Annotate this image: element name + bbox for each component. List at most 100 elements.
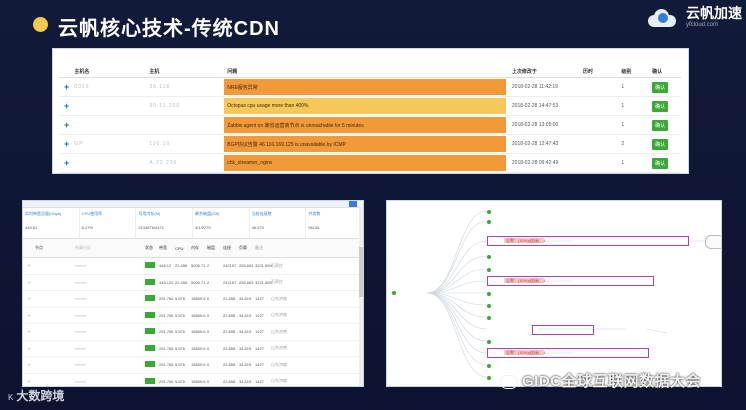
expand-icon[interactable]: + xyxy=(23,346,35,351)
expand-icon[interactable]: + xyxy=(23,379,35,384)
cell-note: 山东济南 xyxy=(271,345,287,351)
ack-button[interactable]: 确认 xyxy=(652,119,669,131)
ack-button[interactable]: 确认 xyxy=(652,81,669,93)
cell-ip: 30.11.250 xyxy=(149,103,181,109)
alert-node[interactable] xyxy=(532,325,594,335)
cell-level: 1 xyxy=(621,84,625,90)
scrollbar[interactable] xyxy=(359,207,363,386)
cell-level: 2 xyxy=(621,141,625,147)
monitor-header: 节点 所属分区 状态 带宽 CPU 内存 磁盘 连接 负载 备注 xyxy=(23,239,363,258)
cell-issue: Zabbix agent on 某省运营商节点 is unreachable f… xyxy=(224,117,506,133)
cell-issue: NRE服务异常 xyxy=(224,79,506,95)
alerts-panel: 主机名 主机 问题 上次修改于 历时 级别 确认 +0016 36.116 NRE服… xyxy=(52,48,689,174)
status-badge xyxy=(145,311,155,318)
cell-time: 2018-02-28 13:05:00 xyxy=(511,122,559,128)
cell-value: 22,858 xyxy=(223,345,236,351)
table-row[interactable]: + ▪▪▪▪▪▪▪▪ 291.766 5.876 15659.6 0 22,858 34,51… xyxy=(23,357,363,374)
footer-caption: GIDC全球互联网数据大会 xyxy=(500,370,701,391)
cell-issue: Octopus cpu usage more than 400% xyxy=(224,98,506,114)
table-row[interactable]: + GP 116.10 BGP协议告警 46.116.169.125 is unava… xyxy=(59,135,681,154)
cell-time: 2018-02-28 14:47:53 xyxy=(511,103,559,109)
cell-value: 0 xyxy=(207,296,210,302)
table-row[interactable]: + Zabbix agent on 某省运营商节点 is unreachable … xyxy=(59,116,681,135)
tree-root[interactable] xyxy=(392,290,397,295)
cell-value: 2 xyxy=(207,263,210,269)
table-row[interactable]: + A.22.236 chk_streamer_nginx 2018-02-28 09… xyxy=(59,154,681,173)
col-note: 备注 xyxy=(255,245,263,250)
alert-node[interactable]: 告警：(10%)(连接)：1 xyxy=(487,236,689,246)
alert-node[interactable]: 告警：(10%)(连接)：1 xyxy=(487,276,654,286)
expand-icon[interactable]: + xyxy=(59,82,74,92)
ack-button[interactable]: 确认 xyxy=(652,157,669,169)
cell-time: 2018-02-28 12:47:43 xyxy=(511,141,559,147)
expand-icon[interactable]: + xyxy=(23,329,35,334)
status-badge xyxy=(145,262,155,269)
status-badge xyxy=(145,361,155,368)
expand-icon[interactable]: + xyxy=(59,120,74,130)
cell-value: 15659.6 xyxy=(191,378,206,384)
cell-value: 256,663 xyxy=(239,263,254,269)
cell-value: 291.766 xyxy=(159,345,174,351)
ack-button[interactable]: 确认 xyxy=(652,138,669,150)
cell-note: 山东济南 xyxy=(271,328,287,334)
expand-icon[interactable]: + xyxy=(23,263,35,268)
cell-value: 5.876 xyxy=(175,378,186,384)
cell-host: GP xyxy=(74,141,84,147)
table-row[interactable]: +30.11.250 Octopus cpu usage more than 40… xyxy=(59,97,681,116)
cell-note: 石家庄 xyxy=(271,279,283,285)
table-row[interactable]: + ▪▪▪▪▪▪▪▪ 291.766 5.876 15659.6 0 22,858 34,51… xyxy=(23,308,363,324)
cell-value: 34,519 xyxy=(239,345,252,351)
col-issue: 问题 xyxy=(227,68,238,75)
search-icon[interactable] xyxy=(349,201,357,207)
cell-ip: 36.116 xyxy=(149,84,171,90)
cell-value: 22,858 xyxy=(223,312,236,318)
col-zone: 所属分区 xyxy=(75,245,91,250)
col-conn: 连接 xyxy=(223,245,231,250)
table-row[interactable]: + ▪▪▪▪▪▪▪▪ 291.766 5.876 15659.6 0 22,858 34,51… xyxy=(23,291,363,308)
cell-value: 15659.6 xyxy=(191,312,206,318)
alert-node[interactable]: 告警：(10%)(连接)：1 xyxy=(487,348,649,358)
stat-card: 剩余磁盘(GB) 4/1/0779 xyxy=(193,208,250,238)
table-row[interactable]: + ▪▪▪▪▪▪▪▪ 291.766 5.876 15659.6 0 22,858 34,51… xyxy=(23,341,363,357)
ack-button[interactable]: 确认 xyxy=(652,100,669,112)
cell-note: 山东济南 xyxy=(271,312,287,318)
col-ip: 主机 xyxy=(149,68,160,75)
cell-ip: 116.10 xyxy=(149,141,171,147)
expand-icon[interactable]: + xyxy=(23,280,35,285)
cell-time: 2018-02-28 09:42:49 xyxy=(511,160,559,166)
table-row[interactable]: + ▪▪▪▪▪▪▪▪ 448.122 22.456 5006.71 2 242157 256,… xyxy=(23,275,363,291)
expand-icon[interactable]: + xyxy=(23,296,35,301)
expand-icon[interactable]: + xyxy=(59,101,74,111)
table-row[interactable]: +0016 36.116 NRE服务异常 2018-02-28 11:42:19 1 确认 xyxy=(59,78,681,97)
footer-logo: K 大数跨境 xyxy=(8,389,65,403)
cell-level: 1 xyxy=(621,122,625,128)
expand-icon[interactable]: + xyxy=(59,139,74,149)
cell-ip: A.22.236 xyxy=(149,160,178,166)
table-row[interactable]: + ▪▪▪▪▪▪▪▪ 291.766 5.876 15659.6 0 22,858 34,51… xyxy=(23,324,363,341)
cell-value: 15659.6 xyxy=(191,296,206,302)
tree-leaf[interactable] xyxy=(705,235,721,249)
expand-icon[interactable]: + xyxy=(23,313,35,318)
cell-value: 1427 xyxy=(255,296,264,302)
expand-icon[interactable]: + xyxy=(23,362,35,367)
col-duration: 历时 xyxy=(582,68,593,75)
status-badge xyxy=(145,278,155,285)
cell-value: 1427 xyxy=(255,378,264,384)
col-node: 节点 xyxy=(35,245,43,250)
col-cpu: CPU xyxy=(175,245,184,251)
cell-value: 448.122 xyxy=(159,279,174,285)
cell-value: 242157 xyxy=(223,263,237,269)
col-bw: 带宽 xyxy=(159,245,167,250)
slide: 云帆核心技术-传统CDN 云帆加速 yfcloud.com 主机名 主机 问题 … xyxy=(0,0,746,410)
table-row[interactable]: + ▪▪▪▪▪▪▪▪ 291.766 5.876 15659.6 0 22,858 34,51… xyxy=(23,374,363,387)
cell-value: 5.876 xyxy=(175,312,186,318)
cell-value: 291.766 xyxy=(159,329,174,335)
cell-value: 5006.71 xyxy=(191,263,206,269)
table-row[interactable]: + ▪▪▪▪▪▪▪▪ 448.12 22.456 5006.71 2 242157 256,6… xyxy=(23,258,363,275)
expand-icon[interactable]: + xyxy=(59,158,74,168)
cell-value: 0 xyxy=(207,378,210,384)
cell-level: 1 xyxy=(621,103,625,109)
alerts-table: 主机名 主机 问题 上次修改于 历时 级别 确认 +0016 36.116 NRE服… xyxy=(59,65,681,173)
col-time: 上次修改于 xyxy=(511,68,537,75)
cell-value: 1427 xyxy=(255,345,264,351)
